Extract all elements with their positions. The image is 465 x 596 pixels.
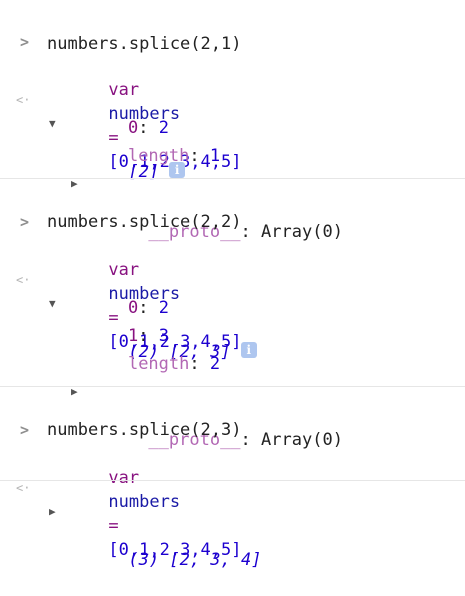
console-input-line-2: numbers.splice(2,1) bbox=[47, 34, 242, 54]
triangle-down-icon[interactable]: ▼ bbox=[49, 292, 56, 316]
colon: : bbox=[240, 430, 251, 450]
proto-value: Array(0) bbox=[261, 430, 343, 450]
proto-row[interactable]: ▶ __proto__: Array(0) bbox=[0, 356, 465, 450]
proto-value: Array(0) bbox=[261, 222, 343, 242]
console-result-row[interactable]: <· ▼ (2) [2, 3] i bbox=[0, 244, 465, 362]
array-entry: 0: 2 bbox=[87, 92, 169, 138]
array-entry: 0: 2 bbox=[87, 272, 169, 318]
chevron-right-icon: > bbox=[20, 421, 30, 439]
return-arrow-icon: <· bbox=[16, 93, 31, 107]
array-length-entry: length: 1 bbox=[87, 120, 220, 166]
proto-row[interactable]: ▶ __proto__: Array(0) bbox=[0, 148, 465, 242]
chevron-right-icon: > bbox=[20, 33, 30, 51]
console-input-line[interactable]: > var numbers = [0,1,2,3,4,5] bbox=[0, 394, 465, 560]
variable-name: numbers bbox=[108, 492, 181, 512]
console-input-line[interactable]: > var numbers = [0,1,2,3,4,5] bbox=[0, 6, 465, 172]
console-input-line-2: numbers.splice(2,3) bbox=[47, 420, 242, 440]
console-result-row[interactable]: <· ▶ (3) [2, 3, 4] bbox=[0, 452, 465, 570]
colon: : bbox=[240, 222, 251, 242]
chevron-right-icon: > bbox=[20, 213, 30, 231]
console-result-row[interactable]: <· ▼ [2] i bbox=[0, 64, 465, 182]
triangle-right-icon[interactable]: ▶ bbox=[49, 500, 56, 524]
array-length-entry: length: 2 bbox=[87, 328, 220, 374]
return-arrow-icon: <· bbox=[16, 273, 31, 287]
array-summary: (3) [2, 3, 4] bbox=[128, 550, 262, 570]
triangle-down-icon[interactable]: ▼ bbox=[49, 112, 56, 136]
devtools-console: > var numbers = [0,1,2,3,4,5] numbers.sp… bbox=[0, 0, 465, 570]
console-input-line-2: numbers.splice(2,2) bbox=[47, 212, 242, 232]
console-input-line[interactable]: > var numbers = [0,1,2,3,4,5] bbox=[0, 186, 465, 352]
separator bbox=[0, 178, 465, 179]
separator bbox=[0, 386, 465, 387]
array-entry: 1: 3 bbox=[87, 300, 169, 346]
separator bbox=[0, 480, 465, 481]
